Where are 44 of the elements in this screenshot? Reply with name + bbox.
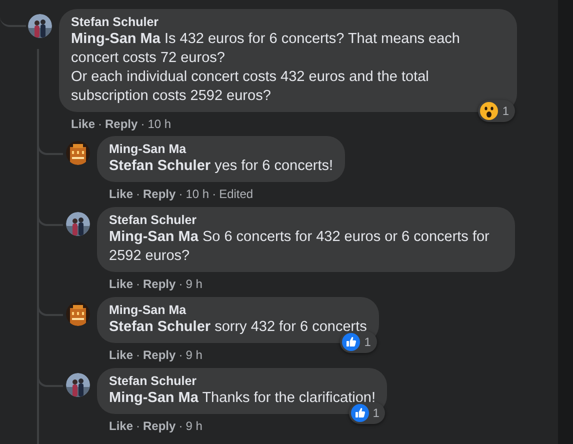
reply-link[interactable]: Reply [105,115,138,133]
comment-text: Ming-San Ma So 6 concerts for 432 euros or 6 concerts for 2592 euros? [109,228,490,266]
separator-dot: · [136,186,140,203]
comment-text: Stefan Schuler yes for 6 concerts! [109,157,334,176]
separator-dot: · [136,418,140,435]
author-name[interactable]: Stefan Schuler [71,15,505,30]
like-link[interactable]: Like [71,115,96,133]
timestamp: 10 h [148,116,172,133]
separator-dot: · [98,116,102,133]
author-name[interactable]: Stefan Schuler [109,213,503,228]
reaction-badge[interactable]: 1 [348,402,386,424]
reaction-count: 1 [502,103,509,120]
separator-dot: · [178,418,183,435]
separator-dot: · [178,347,183,364]
timestamp: 9 h [186,276,202,293]
reply-link[interactable]: Reply [143,417,176,435]
thumbs-up-icon [350,404,369,422]
like-link[interactable]: Like [109,185,134,203]
separator-dot: · [140,116,145,133]
separator-dot: · [136,347,140,364]
timestamp: 10 h [186,186,210,203]
thumbs-up-icon [342,333,360,351]
like-link[interactable]: Like [109,417,134,435]
timestamp: 9 h [186,347,202,364]
like-link[interactable]: Like [109,346,134,364]
author-name[interactable]: Stefan Schuler [109,374,376,389]
like-link[interactable]: Like [109,275,134,293]
reply-link[interactable]: Reply [143,185,176,203]
separator-dot: · [212,186,216,203]
reaction-count: 1 [372,405,380,422]
separator-dot: · [178,276,183,293]
timestamp: 9 h [186,418,202,435]
comment-text: Ming-San Ma Is 432 euros for 6 concerts? That means each concert costs 72 euros? Or each individual concert costs 432 euros and the total subscription costs 2592 euros? [71,30,461,106]
edited-label: Edited [219,186,254,203]
reply-link[interactable]: Reply [143,275,176,293]
reply-link[interactable]: Reply [143,346,176,364]
reaction-count: 1 [364,334,371,351]
author-name[interactable]: Ming-San Ma [109,142,334,157]
separator-dot: · [136,276,140,293]
author-name[interactable]: Ming-San Ma [109,303,367,318]
reaction-badge[interactable]: 1 [340,331,377,353]
separator-dot: · [178,186,183,203]
surprised-face-icon [480,102,498,120]
reaction-badge[interactable]: 1 [478,100,515,122]
